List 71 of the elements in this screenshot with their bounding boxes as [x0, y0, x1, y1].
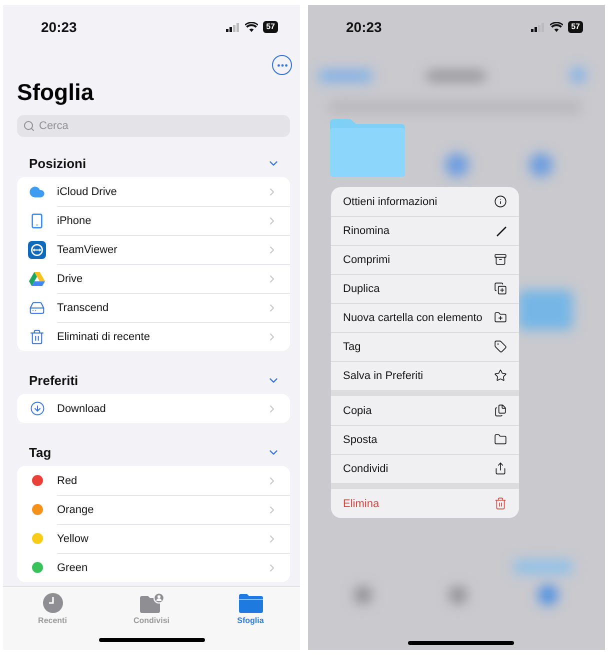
share-icon	[494, 462, 507, 475]
copy-icon	[494, 404, 507, 417]
menu-item[interactable]: Sposta	[331, 425, 519, 454]
signal-icon	[226, 22, 240, 32]
menu-item[interactable]: Ottieni informazioni	[331, 187, 519, 216]
clock-icon	[42, 593, 62, 613]
archive-icon	[494, 253, 507, 266]
trash-icon	[29, 328, 45, 344]
menu-item[interactable]: Salva in Preferiti	[331, 361, 519, 390]
row-label: iPhone	[57, 214, 92, 226]
list-row[interactable]: Transcend	[17, 293, 290, 322]
menu-item[interactable]: Duplica	[331, 274, 519, 303]
menu-item[interactable]: Nuova cartella con elemento	[331, 303, 519, 332]
list-row[interactable]: Drive	[17, 264, 290, 293]
status-time: 20:23	[41, 19, 77, 35]
more-button[interactable]	[272, 55, 292, 75]
list-row[interactable]: Yellow	[17, 524, 290, 553]
menu-item[interactable]: Condividi	[331, 454, 519, 483]
row-label: Eliminati di recente	[57, 330, 151, 342]
row-label: iCloud Drive	[57, 186, 118, 198]
phone-icon	[29, 212, 45, 228]
triangle-logo-icon	[29, 272, 45, 286]
trash-icon	[494, 497, 507, 510]
menu-item[interactable]: Elimina	[331, 489, 519, 518]
row-label: Drive	[57, 272, 84, 284]
row-label: Red	[57, 474, 78, 486]
list-row[interactable]: Orange	[17, 495, 290, 524]
section-title: Posizioni	[29, 156, 86, 171]
menu-item[interactable]: Rinomina	[331, 216, 519, 245]
signal-icon	[531, 22, 546, 32]
cloud-icon	[29, 184, 45, 200]
battery-level: 57	[263, 21, 278, 33]
search-field[interactable]: Cerca	[17, 115, 290, 137]
tab-button[interactable]: Sfoglia	[210, 593, 290, 650]
search-icon	[23, 120, 35, 132]
menu-item[interactable]: Comprimi	[331, 245, 519, 274]
drive-icon	[29, 300, 45, 316]
status-time: 20:23	[346, 19, 382, 35]
pencil-icon	[495, 224, 507, 236]
row-label: Yellow	[57, 532, 90, 544]
list-row[interactable]: Eliminati di recente	[17, 322, 290, 351]
row-label: Transcend	[57, 302, 110, 314]
menu-item[interactable]: Tag	[331, 332, 519, 361]
wifi-icon	[550, 22, 564, 32]
app-logo-icon	[28, 240, 46, 258]
section-title: Tag	[29, 445, 52, 460]
duplicate-icon	[494, 282, 507, 295]
folder-icon	[330, 119, 405, 177]
section-title: Preferiti	[29, 373, 78, 388]
row-label: TeamViewer	[57, 244, 118, 256]
list-row[interactable]: TeamViewer	[17, 235, 290, 264]
list-row[interactable]: Green	[17, 553, 290, 582]
list-row[interactable]: iCloud Drive	[17, 177, 290, 206]
tag-icon	[494, 340, 507, 353]
folder-icon	[494, 433, 507, 446]
folder-icon	[238, 593, 262, 613]
page-title: Sfoglia	[17, 79, 95, 106]
battery-level: 57	[568, 21, 583, 33]
row-label: Orange	[57, 504, 95, 516]
folder-plus-icon	[494, 311, 507, 324]
download-icon	[30, 401, 44, 416]
wifi-icon	[245, 22, 258, 32]
row-label: Green	[57, 562, 89, 574]
list-row[interactable]: Download	[17, 394, 290, 423]
shared-folder-icon	[140, 593, 164, 613]
row-label: Download	[57, 402, 107, 414]
info-icon	[494, 195, 507, 208]
list-row[interactable]: Red	[17, 466, 290, 495]
menu-item[interactable]: Copia	[331, 396, 519, 425]
list-row[interactable]: iPhone	[17, 206, 290, 235]
star-icon	[494, 369, 507, 382]
